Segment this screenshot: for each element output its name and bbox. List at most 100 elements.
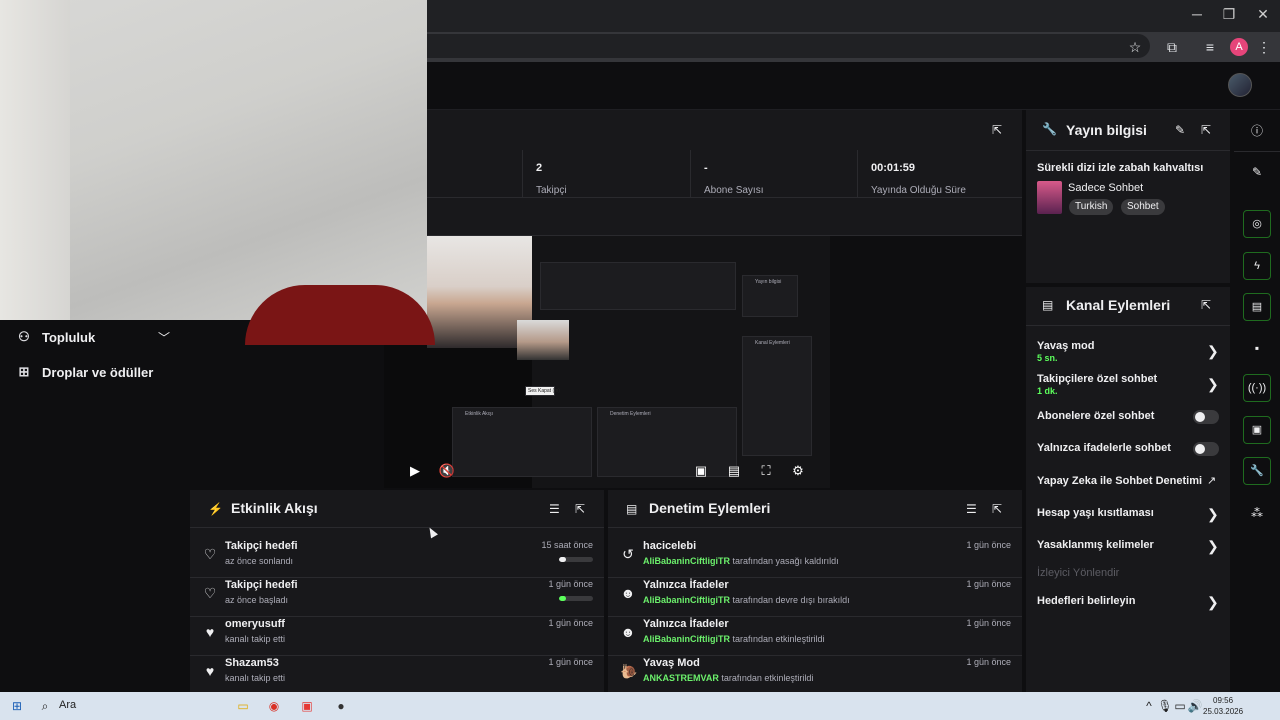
document-icon: ▤: [1042, 298, 1054, 312]
activity-item[interactable]: ♥ omeryusuff kanalı takip etti 1 gün önc…: [190, 618, 604, 656]
chevron-right-icon[interactable]: ❯: [1207, 343, 1219, 360]
profile-avatar[interactable]: A: [1230, 38, 1248, 56]
popout-icon[interactable]: ⇱: [992, 502, 1002, 516]
theatre-icon[interactable]: ▤: [725, 462, 743, 480]
heart-outline-icon: ♡: [203, 585, 217, 601]
banned-words-label[interactable]: Yasaklanmış kelimeler: [1037, 539, 1154, 551]
edit-pencil-icon[interactable]: ✎: [1248, 163, 1266, 181]
mod-action-time: 1 gün önce: [966, 540, 1011, 550]
mute-icon[interactable]: 🔇: [438, 462, 456, 480]
chevron-down-icon[interactable]: ﹀: [158, 329, 170, 346]
account-age-label[interactable]: Hesap yaşı kısıtlaması: [1037, 507, 1154, 519]
category-name[interactable]: Sadece Sohbet: [1068, 182, 1143, 194]
mod-action-item[interactable]: 🐌 Yavaş Mod ANKASTREMVAR tarafından etki…: [608, 657, 1022, 695]
stat-label: Abone Sayısı: [704, 185, 764, 196]
obs-icon[interactable]: ●: [332, 697, 350, 715]
volume-icon[interactable]: 🔊: [1186, 697, 1204, 715]
user-avatar[interactable]: [1228, 73, 1252, 97]
divider: [1234, 151, 1280, 152]
popout-icon[interactable]: ⇱: [575, 502, 585, 516]
popout-icon[interactable]: ⇱: [992, 123, 1002, 137]
mod-action-time: 1 gün önce: [966, 618, 1011, 628]
activity-item[interactable]: ♡ Takipçi hedefi az önce başladı 1 gün ö…: [190, 579, 604, 617]
stat-uptime: 00:01:59 Yayında Olduğu Süre: [857, 150, 1022, 198]
mod-action-sub: AliBabaninCiftligiTR tarafından devre dı…: [643, 595, 850, 605]
broadcast-button[interactable]: ((·)): [1243, 374, 1271, 402]
browser-menu-icon[interactable]: ⋮: [1254, 37, 1274, 57]
fullscreen-icon[interactable]: ⛶: [757, 462, 775, 480]
moderator-name[interactable]: AliBabaninCiftligiTR: [643, 556, 730, 566]
mod-action-title: Yalnızca İfadeler: [643, 618, 729, 630]
mod-action-sub: AliBabaninCiftligiTR tarafından yasağı k…: [643, 556, 839, 566]
stat-subscribers: - Abone Sayısı: [690, 150, 858, 198]
panel-button[interactable]: ▣: [1243, 416, 1271, 444]
minimize-button[interactable]: ─: [1182, 6, 1212, 22]
emote-icon: ☻: [620, 585, 636, 601]
subs-only-toggle[interactable]: [1193, 410, 1219, 424]
close-window-button[interactable]: ✕: [1248, 6, 1278, 23]
mod-action-item[interactable]: ↺ hacicelebi AliBabaninCiftligiTR tarafı…: [608, 540, 1022, 578]
extensions-dots-icon[interactable]: ⁂: [1248, 504, 1266, 522]
extensions-icon[interactable]: ⧉: [1162, 37, 1182, 57]
mini-label: Etkinlik Akışı: [465, 411, 494, 417]
media-controls-icon[interactable]: ≡: [1200, 37, 1220, 57]
activity-item[interactable]: ♡ Takipçi hedefi az önce sonlandı 15 saa…: [190, 540, 604, 578]
activity-feed-title: Etkinlik Akışı: [231, 500, 318, 516]
sidebar-item-community[interactable]: ⚇ Topluluk: [16, 326, 95, 348]
bookmark-star-icon[interactable]: ☆: [1125, 37, 1145, 57]
mod-action-text: tarafından etkinleştirildi: [721, 673, 814, 683]
windows-start-icon[interactable]: ⊞: [8, 697, 26, 715]
wrench-button[interactable]: 🔧: [1243, 457, 1271, 485]
maximize-button[interactable]: ❐: [1214, 6, 1244, 23]
undo-icon: ↺: [622, 546, 634, 562]
mod-action-title: Yalnızca İfadeler: [643, 579, 729, 591]
search-icon[interactable]: ⌕: [36, 697, 54, 715]
taskbar-clock[interactable]: 09:56 25.03.2026: [1203, 695, 1243, 717]
category-box-art[interactable]: [1037, 181, 1062, 214]
tag-chip[interactable]: Sohbet: [1121, 199, 1165, 215]
edit-pencil-icon[interactable]: ✎: [1175, 123, 1185, 137]
mod-action-item[interactable]: ☻ Yalnızca İfadeler AliBabaninCiftligiTR…: [608, 579, 1022, 617]
emote-icon: ☻: [620, 624, 636, 640]
filter-icon[interactable]: ☰: [966, 502, 977, 516]
mod-action-item[interactable]: ☻ Yalnızca İfadeler AliBabaninCiftligiTR…: [608, 618, 1022, 656]
chevron-right-icon[interactable]: ❯: [1207, 594, 1219, 611]
chevron-right-icon[interactable]: ❯: [1207, 506, 1219, 523]
sidebar-item-drops[interactable]: ⊞ Droplar ve ödüller: [16, 361, 154, 383]
chat-bubble-icon[interactable]: ▪: [1248, 339, 1266, 357]
settings-gear-icon[interactable]: ⚙: [789, 462, 807, 480]
ai-moderation-label[interactable]: Yapay Zeka ile Sohbet Denetimi: [1037, 475, 1202, 487]
lightning-button[interactable]: ϟ: [1243, 252, 1271, 280]
heart-icon: ♥: [205, 663, 215, 679]
mod-action-title: hacicelebi: [643, 540, 697, 552]
chevron-right-icon[interactable]: ❯: [1207, 376, 1219, 393]
info-icon[interactable]: ⓘ: [1248, 122, 1266, 140]
pip-icon[interactable]: ▣: [692, 462, 710, 480]
set-goals-label[interactable]: Hedefleri belirleyin: [1037, 595, 1135, 607]
chevron-right-icon[interactable]: ❯: [1207, 538, 1219, 555]
filter-icon[interactable]: ☰: [549, 502, 560, 516]
popout-icon[interactable]: ⇱: [1201, 298, 1211, 312]
chrome-icon[interactable]: ◉: [265, 697, 283, 715]
document-button[interactable]: ▤: [1243, 293, 1271, 321]
activity-time: 15 saat önce: [541, 540, 593, 550]
clip-button[interactable]: ◎: [1243, 210, 1271, 238]
popout-icon[interactable]: ⇱: [1201, 123, 1211, 137]
external-link-icon[interactable]: ↗: [1207, 474, 1216, 487]
curtain: [0, 0, 70, 320]
moderator-name[interactable]: AliBabaninCiftligiTR: [643, 595, 730, 605]
taskbar-search-label[interactable]: Ara: [59, 699, 76, 711]
followers-only-label[interactable]: Takipçilere özel sohbet: [1037, 373, 1157, 385]
mini-label: Denetim Eylemleri: [610, 411, 651, 417]
slow-mode-label[interactable]: Yavaş mod: [1037, 340, 1094, 352]
activity-item[interactable]: ♥ Shazam53 kanalı takip etti 1 gün önce: [190, 657, 604, 695]
file-explorer-icon[interactable]: ▭: [234, 697, 252, 715]
subs-only-label: Abonelere özel sohbet: [1037, 410, 1155, 422]
moderator-name[interactable]: ANKASTREMVAR: [643, 673, 719, 683]
tag-chip[interactable]: Turkish: [1069, 199, 1114, 215]
app-icon[interactable]: ▣: [298, 697, 316, 715]
emote-only-toggle[interactable]: [1193, 442, 1219, 456]
play-icon[interactable]: ▶: [406, 462, 424, 480]
moderator-name[interactable]: AliBabaninCiftligiTR: [643, 634, 730, 644]
mini-label: Kanal Eylemleri: [755, 340, 790, 346]
